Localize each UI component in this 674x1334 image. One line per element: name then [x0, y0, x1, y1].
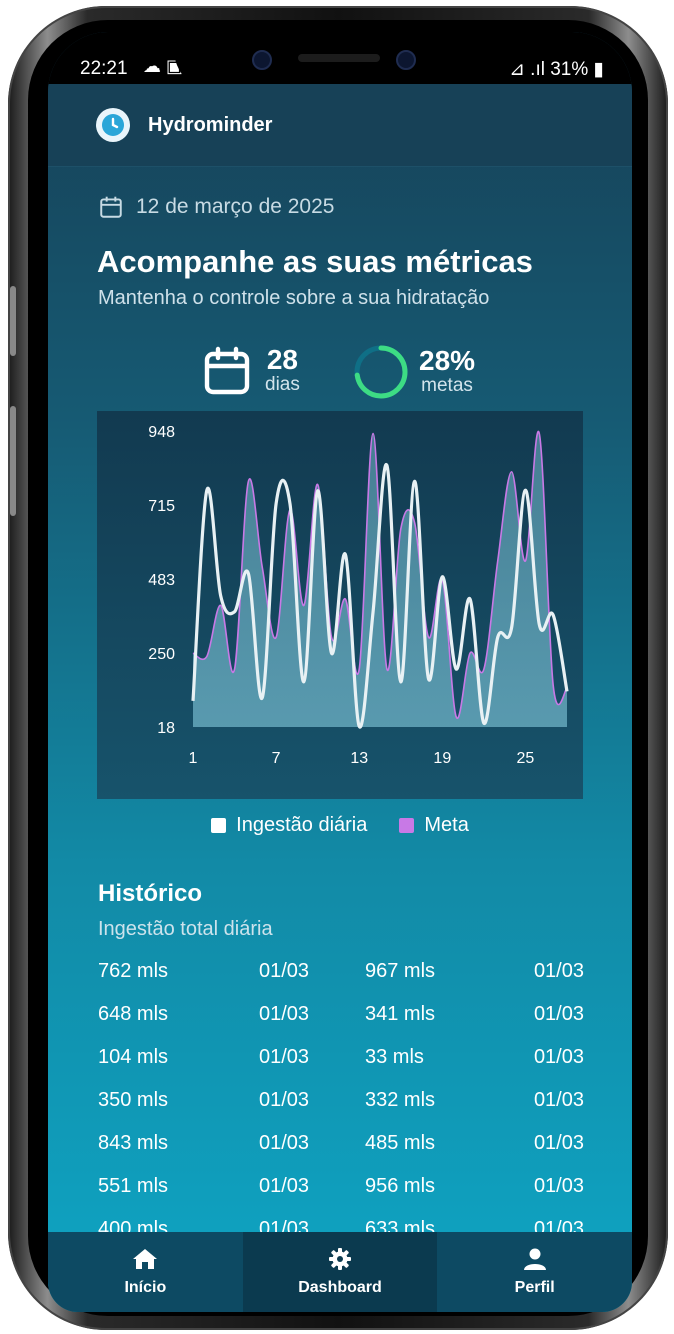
nav-item-perfil[interactable]: Perfil	[437, 1232, 632, 1312]
x-tick-label: 19	[433, 750, 451, 767]
app-title: Hydrominder	[148, 114, 273, 136]
volume-button	[10, 286, 16, 356]
legend-item-daily[interactable]: Ingestão diária	[211, 814, 367, 837]
current-date: 12 de março de 2025	[136, 195, 335, 218]
signal-icon: ⊿ .ıl	[508, 59, 551, 80]
y-tick-label: 715	[148, 498, 175, 515]
y-tick-label: 483	[148, 572, 175, 589]
legend-label-daily: Ingestão diária	[236, 814, 368, 836]
history-amount: 843 mls	[98, 1132, 169, 1154]
days-value: 28	[266, 344, 298, 375]
history-date: 01/03	[259, 1003, 310, 1025]
history-row: 648 mls 01/03 341 mls 01/03	[98, 997, 584, 1040]
history-amount: 762 mls	[98, 960, 169, 982]
page-title: Acompanhe as suas métricas	[97, 244, 533, 279]
history-date: 01/03	[533, 1003, 584, 1025]
history-amount: 551 mls	[98, 1175, 169, 1197]
screen: 22:21 ☁ ▣ ⊿ .ıl 31% ▮ Hydrominder 12 de …	[48, 32, 632, 1312]
camera-notch	[174, 32, 504, 90]
history-row: 104 mls 01/03 33 mls 01/03	[98, 1040, 584, 1083]
x-tick-label: 25	[517, 750, 535, 767]
x-tick-label: 13	[350, 750, 368, 767]
calendar-icon	[100, 196, 122, 218]
goals-value: 28%	[419, 345, 476, 376]
days-label: dias	[265, 374, 300, 395]
days-stat: 28 dias	[203, 346, 300, 396]
app-bar: Hydrominder	[48, 84, 632, 167]
legend-swatch-daily	[211, 818, 227, 833]
status-bar: 22:21 ☁ ▣ ⊿ .ıl 31% ▮	[48, 32, 632, 90]
nav-item-inicio[interactable]: Início	[48, 1232, 243, 1312]
nav-label-perfil: Perfil	[514, 1279, 555, 1296]
nav-label-dashboard: Dashboard	[298, 1279, 382, 1296]
battery-level: 31%	[550, 59, 589, 80]
app-logo-icon	[96, 108, 130, 142]
history-date: 01/03	[259, 1046, 310, 1068]
earpiece-speaker	[298, 54, 380, 62]
history-row: 762 mls 01/03 967 mls 01/03	[98, 954, 584, 997]
bottom-navigation: Início Dashboard Perfil	[48, 1232, 632, 1312]
y-tick-label: 948	[148, 424, 175, 441]
history-date: 01/03	[533, 1046, 584, 1068]
history-date: 01/03	[533, 1089, 584, 1111]
home-icon	[133, 1249, 158, 1269]
history-amount: 967 mls	[365, 960, 436, 982]
history-title: Histórico	[98, 880, 203, 907]
x-tick-label: 7	[272, 750, 281, 767]
history-amount: 33 mls	[365, 1046, 424, 1068]
goals-stat: 28% metas	[353, 344, 475, 400]
history-date: 01/03	[259, 1175, 310, 1197]
history-date: 01/03	[533, 1175, 584, 1197]
history-subtitle: Ingestão total diária	[98, 918, 273, 940]
history-amount: 485 mls	[365, 1132, 436, 1154]
calendar-icon	[204, 346, 250, 395]
page-subtitle: Mantenha o controle sobre a sua hidrataç…	[98, 287, 490, 309]
history-row: 350 mls 01/03 332 mls 01/03	[98, 1083, 584, 1126]
nav-item-dashboard[interactable]: Dashboard	[242, 1232, 438, 1312]
intake-chart: 948 715 483 250 18 1 7 13 19 25	[97, 411, 583, 799]
chart-legend: Ingestão diária Meta	[48, 814, 632, 837]
history-amount: 350 mls	[98, 1089, 169, 1111]
history-date: 01/03	[259, 1089, 310, 1111]
history-date: 01/03	[259, 960, 310, 982]
history-date: 01/03	[259, 1132, 310, 1154]
goals-label: metas	[421, 375, 473, 396]
history-row: 551 mls 01/03 956 mls 01/03	[98, 1169, 584, 1212]
date-row: 12 de março de 2025	[98, 194, 334, 220]
history-date: 01/03	[533, 960, 584, 982]
front-camera-icon	[252, 50, 272, 70]
history-amount: 332 mls	[365, 1089, 436, 1111]
nav-label-inicio: Início	[124, 1279, 167, 1296]
goal-progress-ring	[354, 345, 408, 399]
history-amount: 104 mls	[98, 1046, 169, 1068]
intake-chart-svg: 948 715 483 250 18 1 7 13 19 25	[148, 424, 569, 767]
history-amount: 341 mls	[365, 1003, 436, 1025]
y-tick-label: 250	[148, 646, 175, 663]
status-right: ⊿ .ıl 31% ▮	[509, 58, 604, 81]
history-amount: 648 mls	[98, 1003, 169, 1025]
history-amount: 956 mls	[365, 1175, 436, 1197]
battery-icon: ▮	[588, 59, 604, 80]
power-button	[10, 406, 16, 516]
history-date: 01/03	[533, 1132, 584, 1154]
history-row: 843 mls 01/03 485 mls 01/03	[98, 1126, 584, 1169]
legend-label-goal: Meta	[424, 814, 469, 836]
history-table: 762 mls 01/03 967 mls 01/03 648 mls 01/0…	[98, 954, 584, 1255]
sensor-icon	[396, 50, 416, 70]
gear-icon	[329, 1248, 351, 1270]
y-tick-label: 18	[157, 720, 175, 737]
legend-swatch-goal	[399, 818, 415, 833]
x-tick-label: 1	[189, 750, 198, 767]
user-icon	[523, 1248, 546, 1270]
status-time: 22:21	[80, 58, 128, 79]
legend-item-goal[interactable]: Meta	[399, 814, 469, 837]
